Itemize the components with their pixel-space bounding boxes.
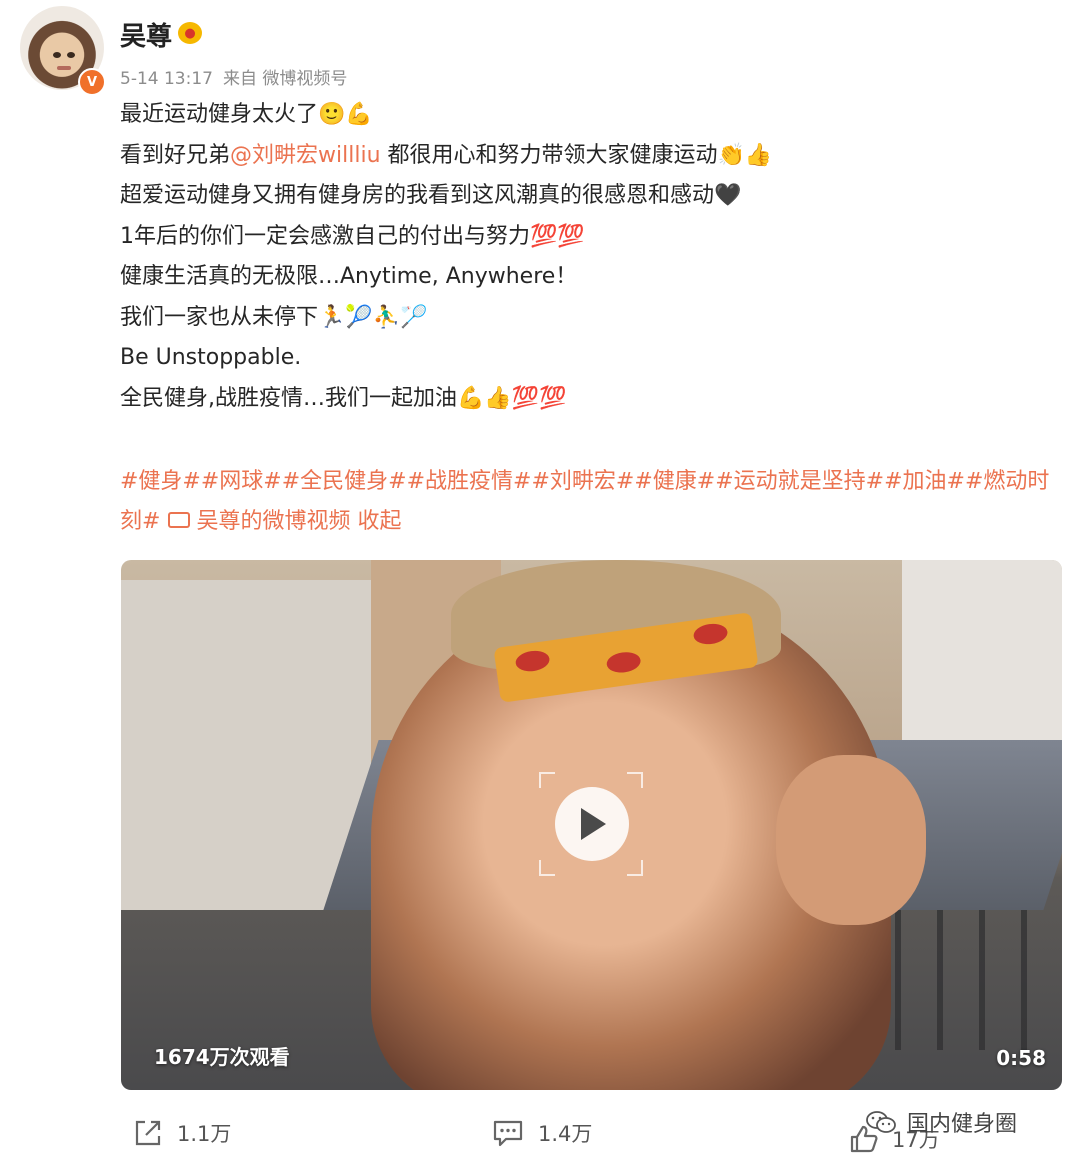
comment-button[interactable]: 1.4万 [492,1118,592,1148]
collapse-link[interactable]: 收起 [357,509,401,534]
text-segment: 都很用心和努力带领大家健康运动👏👍 [380,142,773,168]
verified-badge-icon: V [78,68,106,96]
text-line: 1年后的你们一定会感激自己的付出与努力💯💯 [120,223,585,249]
post-time[interactable]: 5-14 13:17 [120,69,213,89]
share-icon [135,1120,161,1146]
text-line: 全民健身,战胜疫情…我们一起加油💪👍💯💯 [120,385,567,411]
video-frame-sky [902,560,1062,760]
text-line: 最近运动健身太火了🙂💪 [120,102,373,127]
post-meta: 5-14 13:17 来自 微博视频号 [120,64,357,89]
play-button[interactable] [555,787,629,861]
video-frame-building [121,580,371,910]
text-line: 健康生活真的无极限…Anytime, Anywhere！ [120,264,578,289]
watermark: 国内健身圈 [865,1106,1017,1138]
avatar-eye [67,52,75,58]
video-player[interactable]: 1674万次观看 0:58 [121,560,1062,1090]
mention-link[interactable]: @刘畊宏willliu [230,143,381,168]
wechat-icon [866,1111,896,1133]
author-name[interactable]: 吴尊 [120,16,172,53]
text-segment: 看到好兄弟 [120,142,231,168]
view-count: 1674万次观看 [154,1045,290,1069]
hashtags: #健身##网球##全民健身##战胜疫情##刘畊宏##健康##运动就是坚持##加油… [120,462,1065,542]
video-link[interactable]: 吴尊的微博视频 [196,509,350,534]
video-link-icon [168,512,191,528]
play-icon [581,808,606,840]
avatar-mouth [57,66,71,70]
watermark-text: 国内健身圈 [907,1112,1018,1137]
comment-icon [493,1120,523,1147]
text-line: 超爱运动健身又拥有健身房的我看到这风潮真的很感恩和感动🖤 [120,183,742,208]
video-duration: 0:58 [996,1046,1046,1070]
share-count: 1.1万 [177,1122,232,1146]
post-text: 最近运动健身太火了🙂💪 看到好兄弟@刘畊宏willliu 都很用心和努力带领大家… [120,95,1060,419]
text-line: 看到好兄弟@刘畊宏willliu 都很用心和努力带领大家健康运动👏👍 [120,136,1060,177]
fan-medal-icon[interactable]: ● [178,22,202,44]
avatar-eye [53,52,61,58]
comment-count: 1.4万 [538,1122,593,1146]
text-line: Be Unstoppable. [120,345,302,370]
post-source: 来自 微博视频号 [222,69,348,89]
video-frame-fist [776,755,926,925]
share-button[interactable]: 1.1万 [133,1118,231,1148]
text-line: 我们一家也从未停下🏃🎾⛹️‍♂️🏸 [120,304,428,330]
